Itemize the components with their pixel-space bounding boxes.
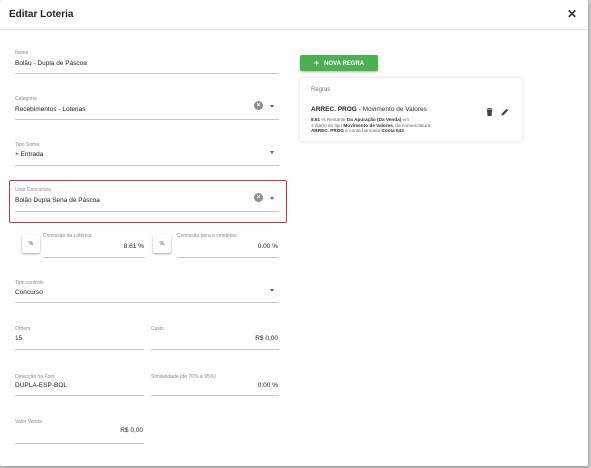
chevron-down-icon[interactable] [270,151,274,154]
photo-detection-label: Detecção na Foto [15,374,55,380]
cost-value: R$ 0,00 [255,335,278,342]
use-contests-select[interactable]: Usar Concursos Bolão Dupla Sena de Pásco… [15,187,279,217]
rule-movement-type: Movimento de Valores [343,122,393,128]
rules-panel-title: Regras [311,87,331,93]
cost-underline [151,349,279,350]
name-field[interactable]: Nome Bolão - Dupla de Páscoa [15,50,279,76]
seller-commission-value: 0.00 % [257,243,278,250]
cost-field[interactable]: Custo R$ 0,00 [151,326,279,352]
order-underline [15,349,144,350]
category-label: Categoria [15,96,37,102]
order-field[interactable]: Ordem 15 [15,326,144,352]
category-select[interactable]: Categoria Recebimentos - Loterias × [15,96,279,122]
chevron-down-icon[interactable] [270,289,274,292]
clear-icon[interactable]: × [254,193,263,202]
sum-type-value: + Entrada [15,151,44,158]
photo-detection-field[interactable]: Detecção na Foto DUPLA-ESP-BOL [15,374,144,398]
plus-icon: + [313,58,320,68]
rule-text: e conta bancaria [344,128,382,133]
similarity-label: Similaridade (de 70% a 95%) [151,374,216,380]
trash-icon[interactable] [486,108,493,116]
lottery-commission-underline [43,257,145,258]
rule-bank-account: Conta 043 [381,128,404,133]
dialog-title: Editar Loteria [9,9,74,20]
rule-name: ARREC. PROG [311,106,357,113]
order-value: 15 [15,335,23,342]
clear-icon[interactable]: × [254,101,263,110]
percent-toggle-button[interactable]: % [153,235,171,253]
lottery-commission-field[interactable]: Comissão da Lotérica 8.61 % [43,233,145,259]
rule-nomenclature: ARREC. PROG [311,128,345,133]
pencil-icon[interactable] [501,108,509,116]
rule-text: % Restante [320,117,347,122]
photo-detection-underline [15,395,144,396]
rule-text: , da nomenclatura [392,122,431,128]
sale-value-label: Valor Venda [15,419,42,425]
header-divider [0,29,588,30]
rules-panel: Regras ARREC. PROG - Movimento de Valore… [300,78,522,141]
rule-type: Movimento de Valores [362,106,427,113]
category-underline [15,119,279,120]
rule-percent: 8.61 [311,117,321,122]
lottery-commission-label: Comissão da Lotérica [43,233,92,239]
edit-lottery-dialog: Editar Loteria ✕ Nome Bolão - Dupla de P… [0,0,588,466]
control-type-underline [15,302,279,303]
cost-label: Custo [151,326,165,332]
rule-basis: Da Apuração (Da Venda) [346,117,402,122]
chevron-down-icon[interactable] [270,105,274,108]
use-contests-underline [15,211,279,212]
rule-text: em [401,117,410,122]
similarity-underline [151,395,279,396]
rule-text: . [403,128,406,133]
rule-text: 1 dia(s) do tipo [311,122,344,128]
seller-commission-label: Comissão para o vendedor [177,233,238,239]
use-contests-label: Usar Concursos [15,187,51,193]
control-type-select[interactable]: Tipo controle Concurso [15,280,279,306]
seller-commission-field[interactable]: Comissão para o vendedor 0.00 % [177,233,279,259]
seller-commission-underline [177,257,279,258]
name-value: Bolão - Dupla de Páscoa [15,60,87,67]
name-label: Nome [15,50,29,56]
use-contests-value: Bolão Dupla Sena de Páscoa [15,197,100,204]
similarity-value: 0.00 % [257,382,278,389]
sale-value-value: R$ 0,00 [120,427,143,434]
sum-type-label: Tipo Soma [15,142,39,148]
photo-detection-value: DUPLA-ESP-BOL [15,382,68,389]
new-rule-button[interactable]: + NOVA REGRA [300,55,378,71]
close-icon[interactable]: ✕ [566,7,578,21]
sum-type-select[interactable]: Tipo Soma + Entrada [15,142,279,168]
rule-description: 8.61 % Restante Da Apuração (Da Venda) e… [311,117,461,134]
name-underline [15,73,279,74]
sale-value-field[interactable]: Valor Venda R$ 0,00 [15,419,144,447]
category-value: Recebimentos - Loterias [15,106,86,113]
order-label: Ordem [15,326,31,332]
control-type-value: Concurso [15,289,43,296]
sale-value-underline [15,443,144,444]
chevron-down-icon[interactable] [270,197,274,200]
percent-toggle-button[interactable]: % [22,235,40,253]
rule-title: ARREC. PROG - Movimento de Valores [311,106,427,113]
lottery-commission-value: 8.61 % [123,243,144,250]
new-rule-label: NOVA REGRA [324,61,365,67]
control-type-label: Tipo controle [15,280,44,286]
sum-type-underline [15,165,279,166]
similarity-field[interactable]: Similaridade (de 70% a 95%) 0.00 % [151,374,279,398]
